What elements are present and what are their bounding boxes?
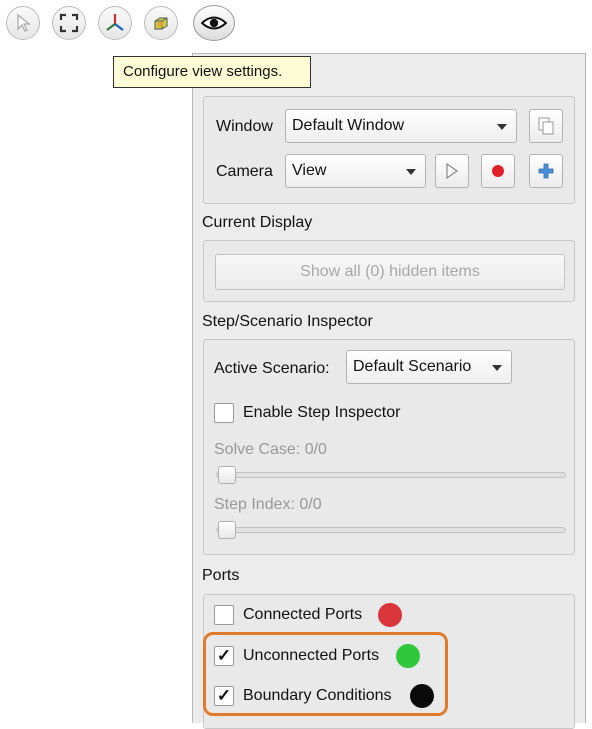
axes-triad-button[interactable] (98, 6, 132, 40)
view-group: Window Default Window Camera View (203, 96, 575, 204)
eye-icon (201, 16, 227, 30)
tooltip: Configure view settings. (113, 56, 311, 88)
connected-ports-color-swatch[interactable] (378, 603, 402, 627)
record-icon (492, 165, 504, 177)
step-scenario-inspector-group: Active Scenario: Default Scenario Enable… (203, 339, 575, 555)
active-scenario-label: Active Scenario: (214, 360, 330, 377)
active-scenario-value: Default Scenario (353, 358, 472, 375)
view-settings-panel: Window Default Window Camera View Curren… (192, 53, 586, 729)
enable-step-inspector-checkbox[interactable] (214, 403, 234, 423)
show-hidden-items-button[interactable]: Show all (0) hidden items (215, 254, 565, 290)
solve-case-slider-track[interactable] (216, 472, 566, 478)
camera-select[interactable]: View (285, 154, 426, 188)
active-scenario-select[interactable]: Default Scenario (346, 350, 512, 384)
solve-case-label: Solve Case: 0/0 (214, 441, 327, 458)
chevron-down-icon (492, 365, 502, 371)
camera-record-button[interactable] (481, 154, 515, 188)
ports-title: Ports (202, 567, 240, 584)
camera-add-button[interactable] (529, 154, 563, 188)
connected-ports-label: Connected Ports (243, 606, 363, 623)
window-select-value: Default Window (292, 117, 405, 134)
current-display-title: Current Display (202, 214, 313, 231)
copy-window-button[interactable] (529, 109, 563, 143)
display-style-button[interactable] (144, 6, 178, 40)
chevron-down-icon (497, 124, 507, 130)
camera-label: Camera (216, 163, 273, 180)
fit-view-button[interactable] (52, 6, 86, 40)
connected-ports-checkbox[interactable] (214, 605, 234, 625)
current-display-group: Show all (0) hidden items (203, 240, 575, 302)
plus-icon (538, 163, 554, 179)
solve-case-slider-thumb[interactable] (218, 466, 236, 484)
select-arrow-icon (17, 13, 31, 32)
step-index-slider-thumb[interactable] (218, 521, 236, 539)
camera-select-value: View (292, 162, 327, 179)
step-index-label: Step Index: 0/0 (214, 496, 322, 513)
play-icon (446, 163, 459, 179)
window-select[interactable]: Default Window (285, 109, 517, 143)
shaded-cube-icon (154, 17, 168, 30)
select-button[interactable] (6, 6, 40, 40)
highlight-box (203, 632, 448, 716)
window-label: Window (216, 118, 273, 135)
copy-icon (538, 117, 554, 135)
view-settings-button[interactable] (193, 5, 235, 41)
enable-step-inspector-label: Enable Step Inspector (243, 404, 401, 421)
axes-triad-icon (106, 14, 124, 31)
fit-view-icon (59, 13, 79, 33)
step-scenario-inspector-title: Step/Scenario Inspector (202, 313, 373, 330)
step-index-slider-track[interactable] (216, 527, 566, 533)
camera-play-button[interactable] (435, 154, 469, 188)
chevron-down-icon (406, 169, 416, 175)
